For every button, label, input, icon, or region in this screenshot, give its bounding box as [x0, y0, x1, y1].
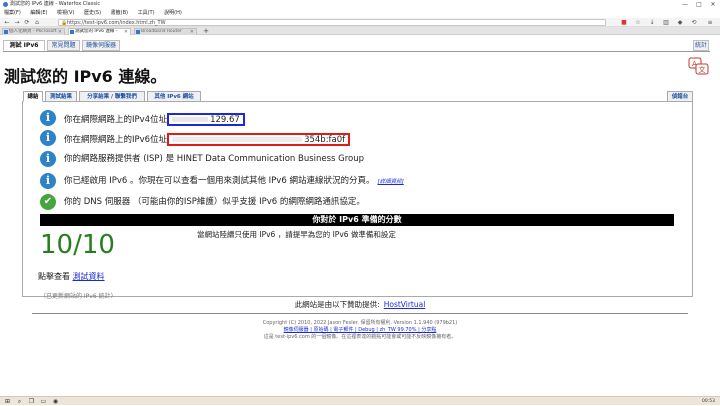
menu-file[interactable]: 檔案(F) — [4, 9, 21, 18]
browser-tab-label: 測試您的 IPv6 連線 - — [75, 29, 118, 34]
flag-icon[interactable]: ■ — [620, 18, 628, 27]
sync-icon[interactable]: ⟲ — [690, 18, 698, 27]
ipv4-address: 129.67 — [210, 115, 240, 125]
url-text: https://test-ipv6.com/index.html.zh_TW — [67, 20, 166, 26]
close-tab-icon[interactable]: ✕ — [58, 29, 62, 35]
navigation-bar: ← → ⟳ ⌂ 🔒 https://test-ipv6.com/index.ht… — [0, 18, 720, 27]
info-icon: i — [40, 110, 56, 126]
download-icon[interactable]: ↓ — [648, 18, 656, 27]
footer-links: 鏡像伺服器 | 原始碼 | 電子郵件 | Debug | zh_TW 99.70… — [0, 326, 720, 333]
browser-tab-active[interactable]: 測試您的 IPv6 連線 - ✕ — [68, 28, 131, 35]
home-icon[interactable]: ⌂ — [33, 18, 41, 27]
page-title: 測試您的 IPv6 連線。 — [4, 67, 167, 86]
menu-bar: 檔案(F) 編輯(E) 檢視(V) 歷史(S) 書籤(B) 工具(T) 說明(H… — [0, 9, 720, 18]
tab-test-ipv6[interactable]: 測試 IPv6 — [3, 40, 45, 51]
url-bar[interactable]: 🔒 https://test-ipv6.com/index.html.zh_TW — [58, 19, 606, 26]
ipv6-address: 354b:fa0f — [304, 135, 346, 145]
translate-icon[interactable]: A 文 — [688, 57, 710, 75]
footer-divider — [32, 313, 688, 314]
see-test-prefix: 點擊查看 — [38, 272, 70, 281]
redacted-segment — [172, 117, 209, 122]
tab-favicon — [70, 30, 74, 34]
browser-tab-label: Broadband Router — [141, 29, 182, 34]
window-titlebar: 測試您的 IPv6 連線 - Waterfox Classic — □ ✕ — [0, 0, 720, 9]
tab-summary[interactable]: 總結 — [23, 91, 43, 102]
ipv6-address-box: 354b:fa0f — [167, 133, 351, 146]
dns-text: 你的 DNS 伺服器 （可能由你的ISP維護）似乎支援 IPv6 的網際網路通訊… — [64, 197, 365, 207]
inner-tab-strip: 總結 測試結果 分享結果 / 聯繫我們 其他 IPv6 網站 — [22, 90, 692, 102]
browser-app-icon[interactable]: ◉ — [52, 398, 59, 405]
menu-help[interactable]: 說明(H) — [164, 9, 182, 18]
close-tab-icon[interactable]: ✕ — [190, 29, 194, 35]
tab-mirrors[interactable]: 鏡像伺服器 — [82, 40, 120, 51]
file-explorer-icon[interactable]: ▭ — [40, 398, 47, 405]
info-icon: i — [40, 130, 56, 146]
new-tab-button[interactable]: + — [202, 27, 210, 35]
ipv6-enabled-text: 你已經啟用 IPv6 。你現在可以查看一個用來測試其他 IPv6 網站連線狀況的… — [64, 176, 375, 186]
close-window-button[interactable]: ✕ — [706, 0, 720, 9]
search-icon[interactable]: ⌕ — [16, 398, 23, 405]
svg-text:文: 文 — [699, 65, 706, 74]
back-icon[interactable]: ← — [3, 18, 11, 27]
test-data-link[interactable]: 測試資料 — [73, 272, 105, 281]
info-icon: i — [40, 173, 56, 189]
menu-tools[interactable]: 工具(T) — [138, 9, 155, 18]
os-taskbar: ⊞ ⌕ ❐ ▭ ◉ 00:53 — [0, 396, 720, 405]
extension-icon[interactable]: ◆ — [676, 18, 684, 27]
browser-tab[interactable]: 個人化網頁 - Microsoft ✕ — [2, 28, 65, 35]
copyright: Copyright (C) 2010, 2022 Jason Fesler. 保… — [262, 320, 458, 326]
menu-edit[interactable]: 編輯(E) — [30, 9, 47, 18]
sponsor-link[interactable]: HostVirtual — [384, 300, 426, 309]
lock-icon: 🔒 — [61, 20, 68, 26]
menu-view[interactable]: 檢視(V) — [57, 9, 74, 18]
details-link[interactable]: [詳細資訊] — [377, 179, 403, 185]
tab-stats[interactable]: 統計 — [693, 40, 709, 51]
ipv4-address-box: 129.67 — [167, 113, 245, 126]
mirror-note: 這是 test-ipv6.com 的一個鏡像。在這裡表達的觀點可能會或可能不反映… — [263, 334, 457, 340]
redacted-segment — [172, 137, 303, 142]
browser-tab[interactable]: Broadband Router ✕ — [134, 28, 197, 35]
window-title: 測試您的 IPv6 連線 - Waterfox Classic — [10, 1, 101, 7]
library-icon[interactable]: ▥ — [662, 18, 670, 27]
sponsor-label: 此網站是由以下贊助提供: — [294, 300, 380, 309]
menu-bookmarks[interactable]: 書籤(B) — [111, 9, 128, 18]
task-view-icon[interactable]: ❐ — [28, 398, 35, 405]
tab-other-sites[interactable]: 其他 IPv6 網站 — [147, 91, 201, 102]
see-test-data: 點擊查看 測試資料 — [38, 271, 105, 282]
check-icon: ✔ — [40, 194, 56, 210]
divider — [3, 51, 710, 52]
tab-share[interactable]: 分享結果 / 聯繫我們 — [79, 91, 145, 102]
isp-text: 你的網路服務提供者 (ISP) 是 HINET Data Communicati… — [64, 154, 365, 164]
score-header: 你對於 IPv6 準備的分數 — [40, 214, 674, 226]
browser-tab-label: 個人化網頁 - Microsoft — [9, 29, 57, 34]
start-icon[interactable]: ⊞ — [4, 398, 11, 405]
menu-history[interactable]: 歷史(S) — [84, 9, 101, 18]
browser-menu-icon[interactable]: ≡ — [706, 18, 714, 27]
tab-faq[interactable]: 常見問題 — [47, 40, 80, 51]
tab-results[interactable]: 測試結果 — [45, 91, 77, 102]
ipv6-label: 你在網際網路上的IPv6位址 — [64, 135, 168, 145]
sponsor-line: 此網站是由以下贊助提供: HostVirtual — [0, 299, 720, 310]
tab-debug[interactable]: 偵錯台 — [667, 91, 693, 102]
info-icon: i — [40, 151, 56, 167]
close-tab-icon[interactable]: ✕ — [124, 29, 128, 35]
score-value: 10/10 — [40, 230, 115, 260]
score-description: 當網站陸續只使用 IPv6 ，請提早為您的 IPv6 做準備和設定 — [197, 230, 396, 239]
maximize-button[interactable]: □ — [692, 0, 706, 9]
ipv4-label: 你在網際網路上的IPv4位址 — [64, 115, 168, 125]
app-icon — [3, 2, 8, 7]
forward-icon[interactable]: → — [13, 18, 21, 27]
reload-icon[interactable]: ⟳ — [23, 18, 31, 27]
bookmark-star-icon[interactable]: ☆ — [634, 18, 642, 27]
tab-favicon — [136, 30, 140, 34]
browser-tab-strip: 個人化網頁 - Microsoft ✕ 測試您的 IPv6 連線 - ✕ Bro… — [0, 27, 720, 35]
minimize-button[interactable]: — — [678, 0, 692, 9]
tab-favicon — [4, 30, 8, 34]
